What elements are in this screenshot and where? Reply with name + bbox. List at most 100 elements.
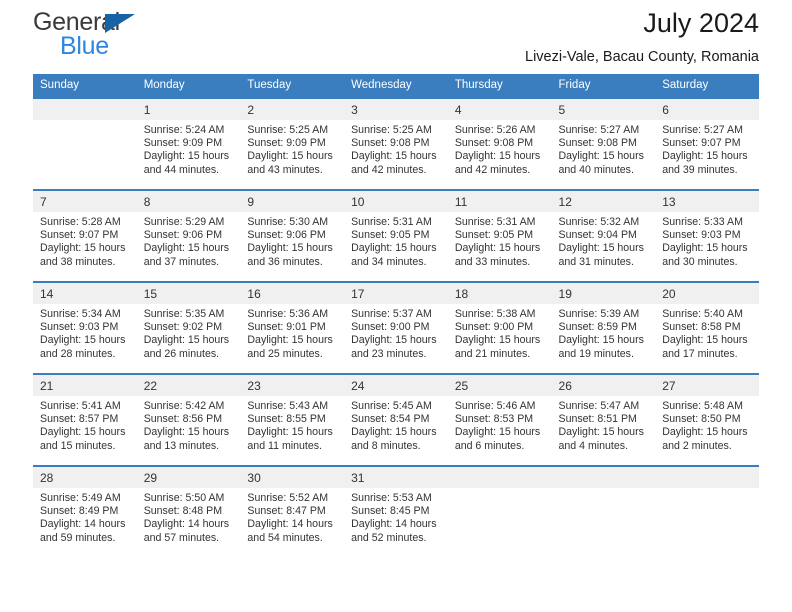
day-details: Sunrise: 5:32 AM Sunset: 9:04 PM Daylight:… (552, 212, 656, 269)
calendar-day-cell[interactable]: 27 Sunrise: 5:48 AM Sunset: 8:50 PM Dayligh… (655, 373, 759, 466)
calendar-day-cell[interactable]: 24 Sunrise: 5:45 AM Sunset: 8:54 PM Dayligh… (344, 373, 448, 466)
calendar-day-cell[interactable]: 26 Sunrise: 5:47 AM Sunset: 8:51 PM Dayligh… (551, 373, 656, 466)
day-number: 17 (344, 283, 448, 304)
day-cell-body: 19 Sunrise: 5:39 AM Sunset: 8:59 PM Dayligh… (551, 283, 656, 373)
day-number: 21 (33, 375, 137, 396)
day-details: Sunrise: 5:42 AM Sunset: 8:56 PM Daylight:… (137, 396, 241, 453)
sunset-text: Sunset: 9:05 PM (454, 229, 534, 242)
sunrise-text: Sunrise: 5:52 AM (247, 492, 329, 504)
daylight-text-line1: Daylight: 15 hours (351, 242, 437, 255)
calendar-day-cell[interactable]: 17 Sunrise: 5:37 AM Sunset: 9:00 PM Dayligh… (344, 281, 448, 374)
day-details: Sunrise: 5:25 AM Sunset: 9:09 PM Daylight:… (240, 120, 344, 177)
day-cell-body: 13 Sunrise: 5:33 AM Sunset: 9:03 PM Dayligh… (655, 191, 759, 281)
sunrise-text: Sunrise: 5:25 AM (351, 124, 432, 136)
day-number: 2 (240, 99, 345, 120)
day-number: 30 (240, 467, 345, 488)
calendar-day-cell[interactable]: 10 Sunrise: 5:31 AM Sunset: 9:05 PM Dayligh… (344, 189, 448, 282)
weekday-header-friday: Friday (551, 74, 656, 98)
day-cell-body: 31 Sunrise: 5:53 AM Sunset: 8:45 PM Dayligh… (344, 467, 448, 557)
title-block: July 2024 Livezi-Vale, Bacau County, Rom… (525, 0, 759, 67)
day-cell-body: 21 Sunrise: 5:41 AM Sunset: 8:57 PM Dayligh… (33, 375, 137, 465)
sunrise-text: Sunrise: 5:38 AM (454, 308, 536, 320)
sunrise-text: Sunrise: 5:25 AM (247, 124, 329, 136)
calendar-day-cell[interactable]: 5 Sunrise: 5:27 AM Sunset: 9:08 PM Daylight… (551, 97, 656, 190)
calendar-week-row: 1 Sunrise: 5:24 AM Sunset: 9:09 PM Daylight… (33, 97, 759, 190)
calendar-day-cell[interactable]: 15 Sunrise: 5:35 AM Sunset: 9:02 PM Dayligh… (136, 281, 241, 374)
sunrise-text: Sunrise: 5:46 AM (454, 400, 536, 412)
day-details: Sunrise: 5:47 AM Sunset: 8:51 PM Daylight:… (552, 396, 656, 453)
sunset-text: Sunset: 8:56 PM (143, 413, 223, 426)
general-blue-logo[interactable]: General Blue (33, 8, 163, 60)
day-details: Sunrise: 5:31 AM Sunset: 9:05 PM Daylight:… (448, 212, 552, 269)
daylight-text-line2: and 2 minutes. (662, 439, 732, 452)
sunrise-text: Sunrise: 5:36 AM (247, 308, 329, 320)
daylight-text-line1: Daylight: 15 hours (143, 334, 230, 347)
day-cell-body (33, 99, 137, 189)
calendar-day-cell[interactable]: 2 Sunrise: 5:25 AM Sunset: 9:09 PM Daylight… (240, 97, 345, 190)
sunset-text: Sunset: 9:01 PM (247, 321, 326, 334)
day-details: Sunrise: 5:39 AM Sunset: 8:59 PM Daylight:… (552, 304, 656, 361)
daylight-text-line2: and 25 minutes. (247, 347, 323, 360)
day-details: Sunrise: 5:40 AM Sunset: 8:58 PM Daylight:… (655, 304, 759, 361)
calendar-day-cell-empty (655, 465, 759, 557)
calendar-page: General Blue July 2024 Livezi-Vale, Baca… (0, 0, 792, 612)
daylight-text-line2: and 59 minutes. (40, 531, 116, 544)
calendar-day-cell[interactable]: 11 Sunrise: 5:31 AM Sunset: 9:05 PM Dayligh… (447, 189, 552, 282)
daylight-text-line2: and 36 minutes. (247, 255, 323, 268)
day-cell-body: 4 Sunrise: 5:26 AM Sunset: 9:08 PM Daylight… (447, 99, 552, 189)
day-details: Sunrise: 5:45 AM Sunset: 8:54 PM Daylight:… (344, 396, 448, 453)
day-number (655, 467, 759, 488)
sunset-text: Sunset: 9:00 PM (351, 321, 430, 334)
weekday-header-tuesday: Tuesday (240, 74, 345, 98)
calendar-day-cell[interactable]: 6 Sunrise: 5:27 AM Sunset: 9:07 PM Daylight… (655, 97, 759, 190)
day-cell-body: 14 Sunrise: 5:34 AM Sunset: 9:03 PM Dayligh… (33, 283, 137, 373)
calendar-day-cell[interactable]: 22 Sunrise: 5:42 AM Sunset: 8:56 PM Dayligh… (136, 373, 241, 466)
daylight-text-line2: and 19 minutes. (558, 347, 634, 360)
calendar-day-cell[interactable]: 29 Sunrise: 5:50 AM Sunset: 8:48 PM Dayligh… (136, 465, 241, 557)
calendar-body: 1 Sunrise: 5:24 AM Sunset: 9:09 PM Daylight… (33, 97, 759, 557)
sunrise-text: Sunrise: 5:33 AM (662, 216, 743, 228)
calendar-day-cell[interactable]: 3 Sunrise: 5:25 AM Sunset: 9:08 PM Daylight… (344, 97, 448, 190)
calendar-day-cell[interactable]: 25 Sunrise: 5:46 AM Sunset: 8:53 PM Dayligh… (447, 373, 552, 466)
calendar-day-cell[interactable]: 30 Sunrise: 5:52 AM Sunset: 8:47 PM Dayligh… (240, 465, 345, 557)
calendar-day-cell[interactable]: 1 Sunrise: 5:24 AM Sunset: 9:09 PM Daylight… (136, 97, 241, 190)
logo-text-blue: Blue (60, 32, 109, 60)
calendar-day-cell[interactable]: 28 Sunrise: 5:49 AM Sunset: 8:49 PM Dayligh… (33, 465, 137, 557)
daylight-text-line1: Daylight: 15 hours (558, 242, 644, 255)
calendar-day-cell[interactable]: 8 Sunrise: 5:29 AM Sunset: 9:06 PM Daylight… (136, 189, 241, 282)
calendar-day-cell[interactable]: 16 Sunrise: 5:36 AM Sunset: 9:01 PM Dayligh… (240, 281, 345, 374)
day-number: 11 (447, 191, 552, 212)
calendar-day-cell[interactable]: 14 Sunrise: 5:34 AM Sunset: 9:03 PM Dayligh… (33, 281, 137, 374)
sunset-text: Sunset: 8:49 PM (40, 505, 119, 518)
calendar-day-cell[interactable]: 13 Sunrise: 5:33 AM Sunset: 9:03 PM Dayligh… (655, 189, 759, 282)
daylight-text-line2: and 43 minutes. (247, 163, 323, 176)
day-cell-body: 1 Sunrise: 5:24 AM Sunset: 9:09 PM Daylight… (136, 99, 241, 189)
calendar-day-cell[interactable]: 7 Sunrise: 5:28 AM Sunset: 9:07 PM Daylight… (33, 189, 137, 282)
daylight-text-line1: Daylight: 14 hours (143, 518, 230, 531)
calendar-day-cell[interactable]: 20 Sunrise: 5:40 AM Sunset: 8:58 PM Dayligh… (655, 281, 759, 374)
calendar-day-cell[interactable]: 31 Sunrise: 5:53 AM Sunset: 8:45 PM Dayligh… (344, 465, 448, 557)
daylight-text-line1: Daylight: 14 hours (351, 518, 437, 531)
sunset-text: Sunset: 9:06 PM (143, 229, 223, 242)
day-cell-body (447, 467, 552, 557)
daylight-text-line1: Daylight: 15 hours (247, 426, 333, 439)
calendar-day-cell[interactable]: 23 Sunrise: 5:43 AM Sunset: 8:55 PM Dayligh… (240, 373, 345, 466)
calendar-day-cell[interactable]: 21 Sunrise: 5:41 AM Sunset: 8:57 PM Dayligh… (33, 373, 137, 466)
day-details: Sunrise: 5:25 AM Sunset: 9:08 PM Daylight:… (344, 120, 448, 177)
sunrise-text: Sunrise: 5:45 AM (351, 400, 432, 412)
daylight-text-line2: and 15 minutes. (40, 439, 116, 452)
calendar-day-cell[interactable]: 19 Sunrise: 5:39 AM Sunset: 8:59 PM Dayligh… (551, 281, 656, 374)
day-details: Sunrise: 5:34 AM Sunset: 9:03 PM Daylight:… (33, 304, 137, 361)
calendar-day-cell[interactable]: 18 Sunrise: 5:38 AM Sunset: 9:00 PM Dayligh… (447, 281, 552, 374)
day-number: 28 (33, 467, 137, 488)
calendar-day-cell[interactable]: 12 Sunrise: 5:32 AM Sunset: 9:04 PM Dayligh… (551, 189, 656, 282)
sunset-text: Sunset: 9:02 PM (143, 321, 223, 334)
sunrise-text: Sunrise: 5:30 AM (247, 216, 329, 228)
day-details: Sunrise: 5:27 AM Sunset: 9:08 PM Daylight:… (552, 120, 656, 177)
day-number: 26 (551, 375, 656, 396)
day-number: 24 (344, 375, 448, 396)
calendar-day-cell[interactable]: 9 Sunrise: 5:30 AM Sunset: 9:06 PM Daylight… (240, 189, 345, 282)
calendar-day-cell[interactable]: 4 Sunrise: 5:26 AM Sunset: 9:08 PM Daylight… (447, 97, 552, 190)
sunrise-text: Sunrise: 5:35 AM (143, 308, 225, 320)
daylight-text-line1: Daylight: 15 hours (558, 150, 644, 163)
